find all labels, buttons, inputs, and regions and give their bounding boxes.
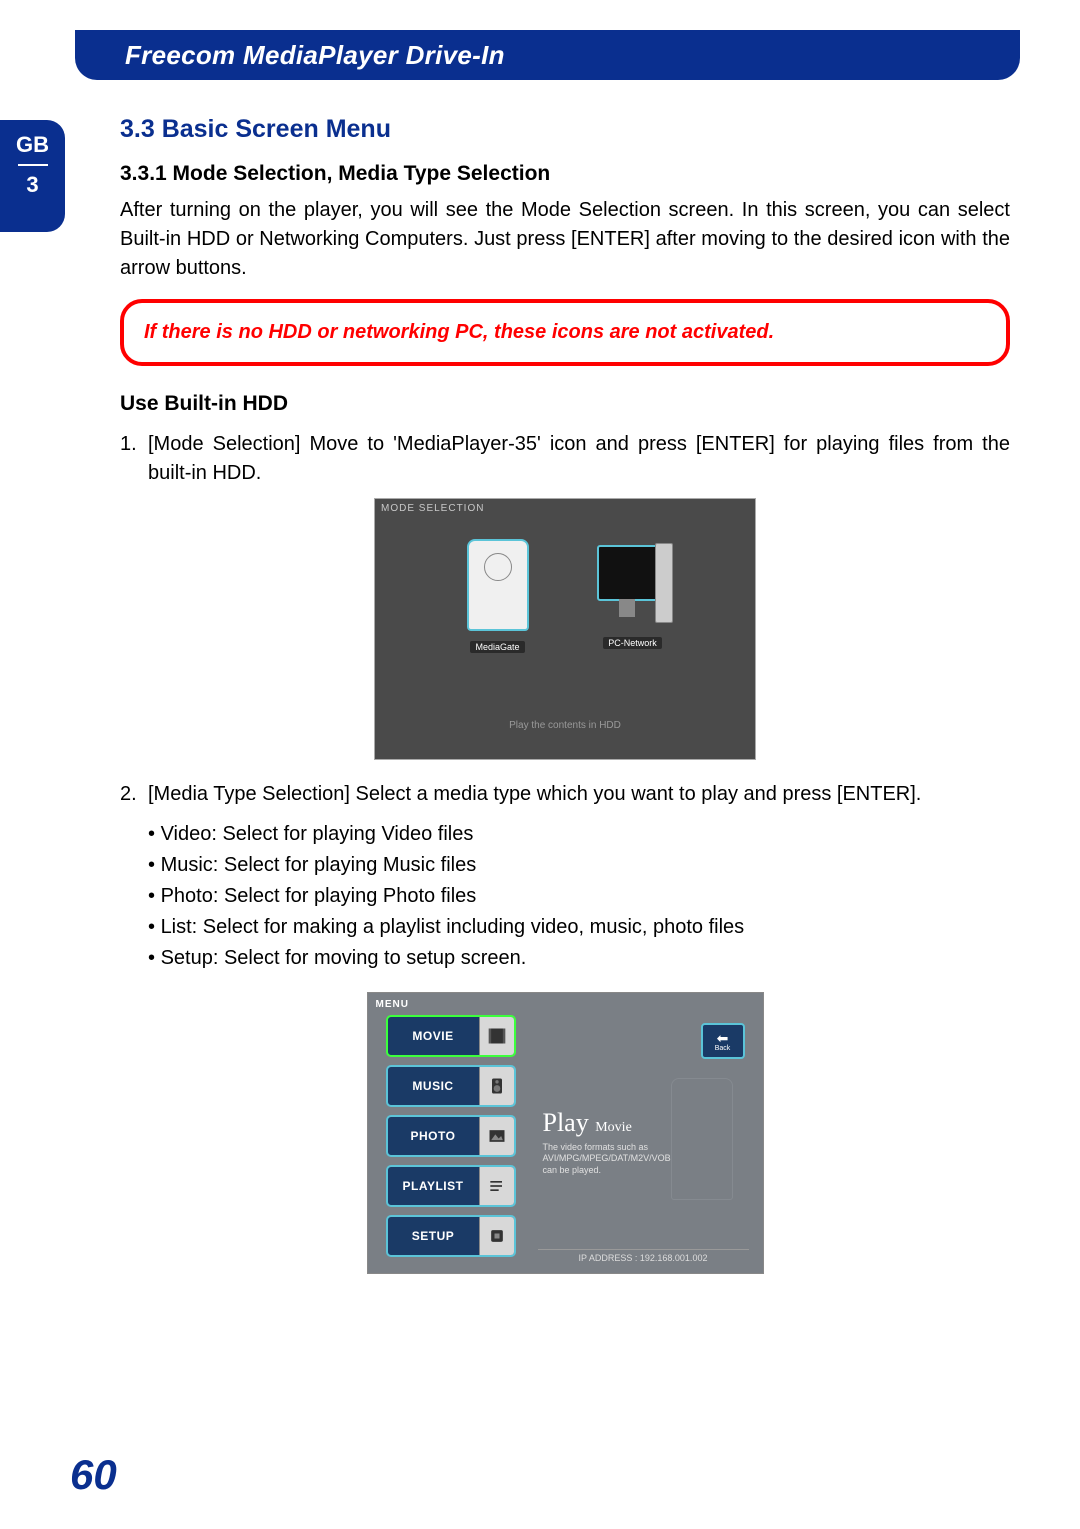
- side-tab-lang: GB: [0, 132, 65, 158]
- menu-playlist-button: PLAYLIST: [386, 1165, 516, 1207]
- side-tab-chapter: 3: [0, 172, 65, 198]
- image-icon: [479, 1117, 514, 1155]
- side-tab-divider: [18, 164, 48, 166]
- content-area: 3.3 Basic Screen Menu 3.3.1 Mode Selecti…: [120, 115, 1010, 1274]
- menu-movie-button: MOVIE: [386, 1015, 516, 1057]
- warning-box: If there is no HDD or networking PC, the…: [120, 299, 1010, 366]
- menu-setup-label: SETUP: [388, 1229, 479, 1243]
- menu-music-label: MUSIC: [388, 1079, 479, 1093]
- mediagate-label: MediaGate: [470, 641, 524, 653]
- step-1: 1. [Mode Selection] Move to 'MediaPlayer…: [120, 430, 1010, 488]
- speaker-icon: [479, 1067, 514, 1105]
- gear-icon: [479, 1217, 514, 1255]
- step-2-text: [Media Type Selection] Select a media ty…: [148, 780, 1010, 809]
- step-2: 2. [Media Type Selection] Select a media…: [120, 780, 1010, 809]
- use-hdd-heading: Use Built-in HDD: [120, 392, 1010, 416]
- screen2-play-area: Play Movie The video formats such as AVI…: [543, 1108, 749, 1176]
- screen1-title: MODE SELECTION: [381, 503, 484, 514]
- step-1-text: [Mode Selection] Move to 'MediaPlayer-35…: [148, 430, 1010, 488]
- menu-setup-button: SETUP: [386, 1215, 516, 1257]
- menu-photo-label: PHOTO: [388, 1129, 479, 1143]
- pc-network-label: PC-Network: [603, 637, 662, 649]
- play-desc: The video formats such as AVI/MPG/MPEG/D…: [543, 1142, 749, 1176]
- film-icon: [479, 1017, 514, 1055]
- menu-playlist-label: PLAYLIST: [388, 1179, 479, 1193]
- screen2-menu-label: MENU: [376, 999, 409, 1010]
- play-title: Play Movie: [543, 1108, 749, 1138]
- bullet-music: Music: Select for playing Music files: [148, 850, 1010, 881]
- menu-movie-label: MOVIE: [388, 1029, 479, 1043]
- play-small: Movie: [595, 1120, 632, 1135]
- step-number: 2.: [120, 780, 148, 809]
- intro-paragraph: After turning on the player, you will se…: [120, 196, 1010, 283]
- header-title: Freecom MediaPlayer Drive-In: [125, 40, 505, 70]
- pc-network-option: PC-Network: [593, 539, 673, 655]
- screen1-footer: Play the contents in HDD: [375, 720, 755, 731]
- warning-text: If there is no HDD or networking PC, the…: [144, 321, 774, 343]
- menu-music-button: MUSIC: [386, 1065, 516, 1107]
- header-bar: Freecom MediaPlayer Drive-In: [75, 30, 1020, 80]
- section-heading: 3.3 Basic Screen Menu: [120, 115, 1010, 144]
- mode-selection-screenshot: MODE SELECTION MediaGate PC-Network Play…: [374, 498, 756, 760]
- ip-address-bar: IP ADDRESS : 192.168.001.002: [538, 1249, 749, 1263]
- step-number: 1.: [120, 430, 148, 488]
- back-label: Back: [715, 1045, 731, 1052]
- bullet-list: Video: Select for playing Video files Mu…: [148, 819, 1010, 974]
- screen2-menu-column: MOVIE MUSIC PHOTO PLAYLIST SETUP: [386, 1015, 516, 1265]
- bullet-photo: Photo: Select for playing Photo files: [148, 881, 1010, 912]
- mediagate-icon: [467, 539, 529, 631]
- bullet-setup: Setup: Select for moving to setup screen…: [148, 943, 1010, 974]
- screen1-icons-row: MediaGate PC-Network: [375, 539, 755, 655]
- back-button: ⬅ Back: [701, 1023, 745, 1059]
- mediagate-option: MediaGate: [458, 539, 538, 655]
- side-tab: GB 3: [0, 120, 65, 232]
- play-big: Play: [543, 1108, 589, 1137]
- list-icon: [479, 1167, 514, 1205]
- bullet-list-item: List: Select for making a playlist inclu…: [148, 912, 1010, 943]
- media-type-screenshot: MENU MOVIE MUSIC PHOTO PLAYLIST SETUP: [367, 992, 764, 1274]
- subsection-heading: 3.3.1 Mode Selection, Media Type Selecti…: [120, 162, 1010, 186]
- menu-photo-button: PHOTO: [386, 1115, 516, 1157]
- back-arrow-icon: ⬅: [717, 1031, 729, 1045]
- pc-network-icon: [593, 539, 673, 627]
- page-number: 60: [70, 1451, 117, 1499]
- bullet-video: Video: Select for playing Video files: [148, 819, 1010, 850]
